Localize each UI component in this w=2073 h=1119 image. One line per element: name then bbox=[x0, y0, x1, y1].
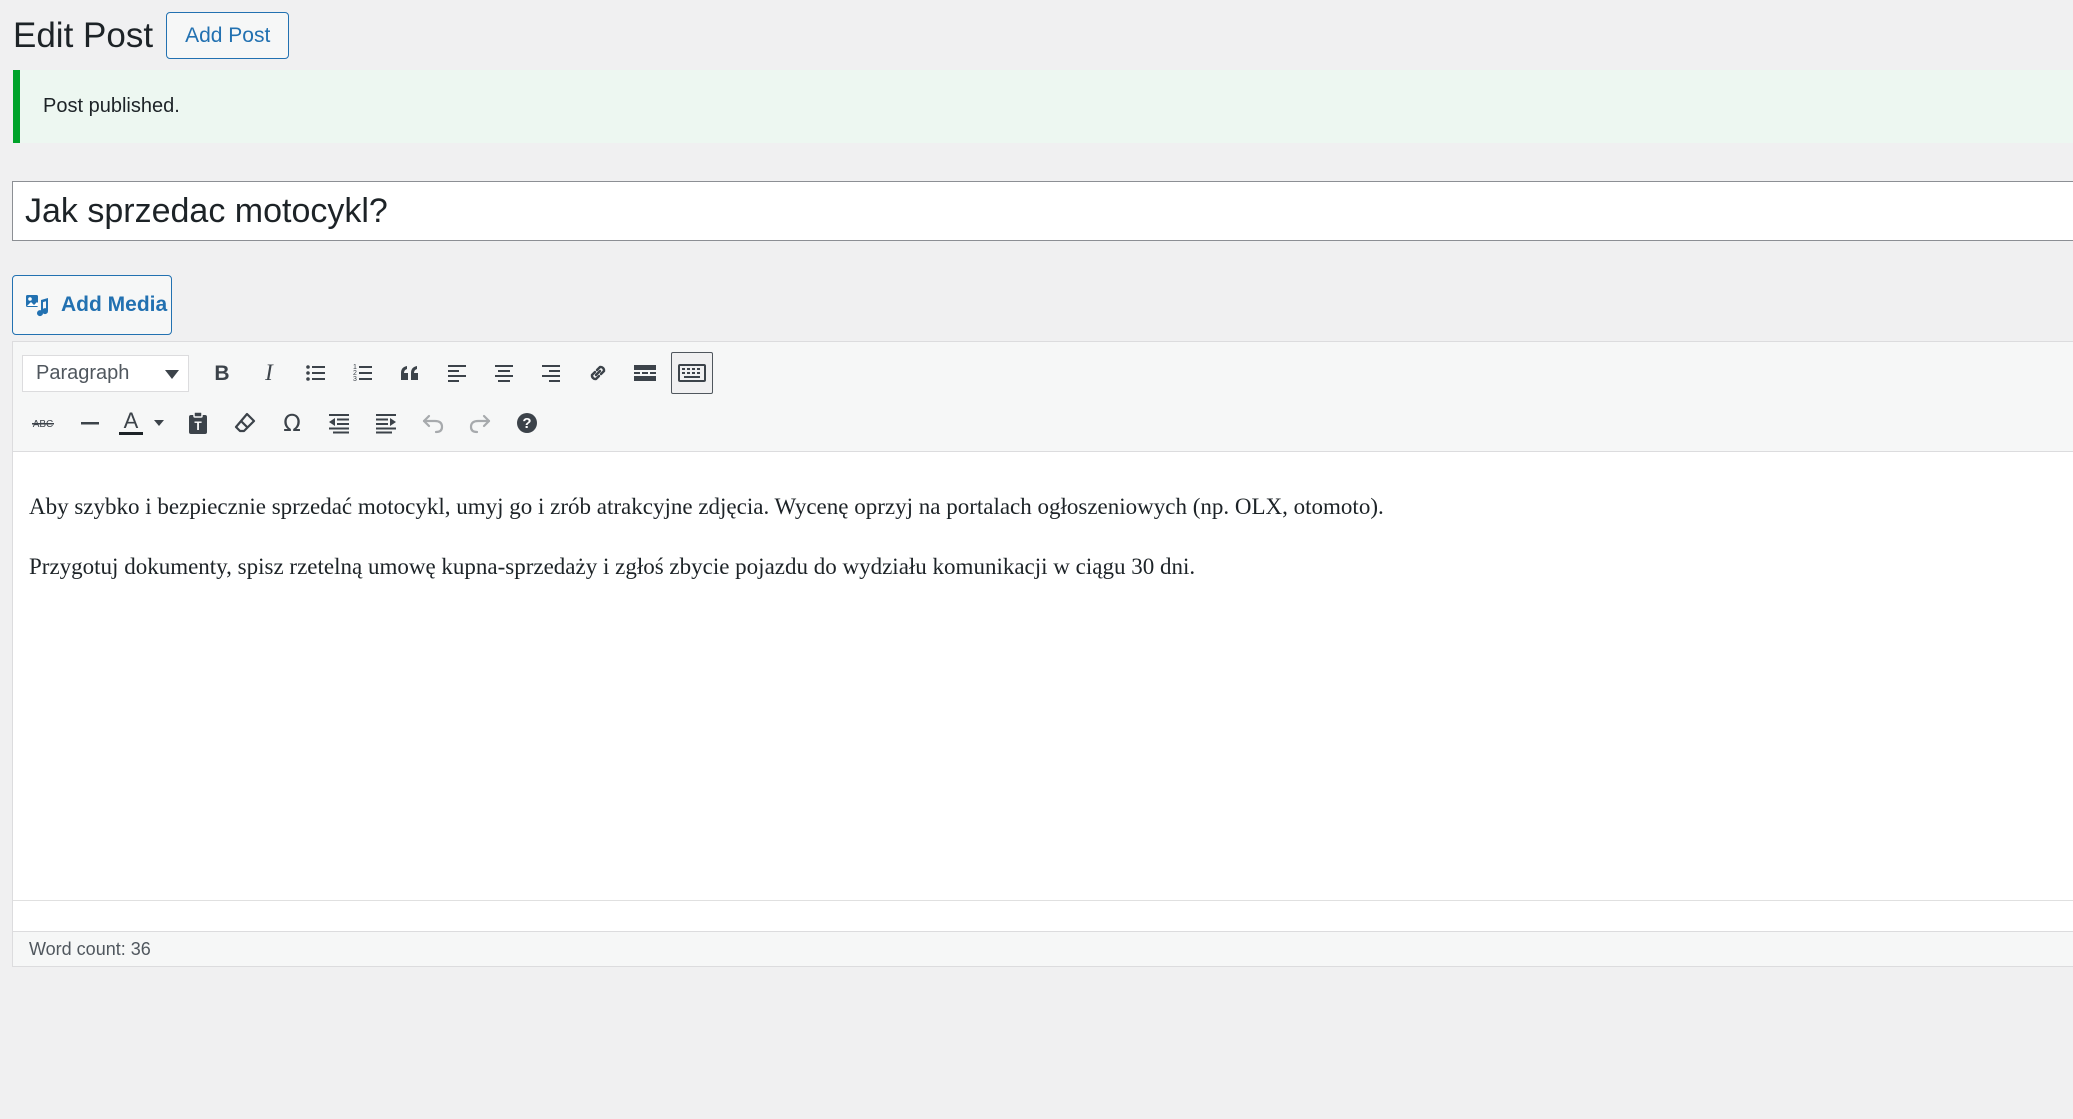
format-select-value: Paragraph bbox=[36, 361, 130, 384]
toolbar-row-2: ABC A T bbox=[22, 402, 553, 444]
toolbar-row-1: Paragraph B I 1 2 3 bbox=[22, 352, 718, 394]
page-header: Edit Post Add Post bbox=[13, 11, 290, 60]
link-button[interactable] bbox=[577, 352, 619, 394]
add-media-button[interactable]: Add Media bbox=[12, 275, 172, 335]
paste-as-text-button[interactable]: T bbox=[177, 402, 219, 444]
align-left-button[interactable] bbox=[436, 352, 478, 394]
word-count: Word count: 36 bbox=[29, 938, 151, 959]
editor-toolbar: Paragraph B I 1 2 3 A T Ω ? bbox=[13, 342, 2073, 452]
svg-text:3: 3 bbox=[353, 376, 357, 383]
editor-path-bar bbox=[13, 900, 2073, 931]
svg-text:T: T bbox=[194, 419, 202, 433]
strikethrough-icon: ABC bbox=[32, 419, 54, 430]
svg-text:B: B bbox=[214, 362, 229, 384]
content-paragraph[interactable]: Aby szybko i bezpiecznie sprzedać motocy… bbox=[29, 494, 1384, 520]
editor-content[interactable]: Aby szybko i bezpiecznie sprzedać motocy… bbox=[13, 452, 2073, 900]
post-published-notice: Post published. bbox=[13, 70, 2073, 143]
clear-formatting-icon bbox=[234, 412, 256, 433]
toolbar-toggle-button[interactable] bbox=[671, 352, 713, 394]
undo-button[interactable] bbox=[412, 402, 454, 444]
special-character-icon: Ω bbox=[283, 411, 301, 435]
strikethrough-button[interactable]: ABC bbox=[22, 402, 64, 444]
editor-status-bar: Word count: 36 bbox=[13, 931, 2073, 966]
svg-text:I: I bbox=[264, 362, 274, 384]
add-post-button[interactable]: Add Post bbox=[166, 12, 290, 59]
horizontal-line-icon bbox=[81, 422, 99, 425]
bold-button[interactable]: B bbox=[201, 352, 243, 394]
bulleted-list-icon bbox=[306, 365, 325, 381]
blockquote-icon bbox=[401, 366, 418, 380]
text-color-button[interactable]: A bbox=[116, 402, 172, 444]
redo-icon bbox=[469, 414, 491, 434]
indent-button[interactable] bbox=[365, 402, 407, 444]
horizontal-line-button[interactable] bbox=[69, 402, 111, 444]
help-glyph: ? bbox=[522, 415, 531, 432]
align-center-icon bbox=[495, 365, 513, 382]
undo-icon bbox=[422, 414, 444, 434]
special-character-glyph: Ω bbox=[283, 411, 301, 435]
post-title-input[interactable] bbox=[12, 181, 2073, 241]
notice-text: Post published. bbox=[43, 95, 180, 117]
format-select[interactable]: Paragraph bbox=[22, 354, 189, 392]
chevron-down-icon bbox=[165, 369, 179, 379]
special-character-button[interactable]: Ω bbox=[271, 402, 313, 444]
content-paragraph[interactable]: Przygotuj dokumenty, spisz rzetelną umow… bbox=[29, 554, 1195, 580]
clear-formatting-button[interactable] bbox=[224, 402, 266, 444]
bold-icon: B bbox=[214, 362, 229, 384]
outdent-button[interactable] bbox=[318, 402, 360, 444]
text-color-glyph: A bbox=[124, 410, 139, 433]
toolbar-toggle-icon bbox=[678, 364, 706, 382]
numbered-list-icon: 1 2 3 bbox=[353, 364, 372, 383]
read-more-icon bbox=[634, 365, 656, 381]
align-right-button[interactable] bbox=[530, 352, 572, 394]
italic-button[interactable]: I bbox=[248, 352, 290, 394]
add-media-label: Add Media bbox=[61, 293, 168, 316]
redo-button[interactable] bbox=[459, 402, 501, 444]
help-button[interactable]: ? bbox=[506, 402, 548, 444]
help-icon: ? bbox=[517, 413, 537, 433]
blockquote-button[interactable] bbox=[389, 352, 431, 394]
numbered-list-button[interactable]: 1 2 3 bbox=[342, 352, 384, 394]
read-more-button[interactable] bbox=[624, 352, 666, 394]
align-center-button[interactable] bbox=[483, 352, 525, 394]
add-media-icon bbox=[25, 292, 51, 318]
bulleted-list-button[interactable] bbox=[295, 352, 337, 394]
paste-as-text-icon: T bbox=[189, 411, 207, 434]
page-title: Edit Post bbox=[13, 16, 154, 55]
classic-editor: Paragraph B I 1 2 3 A T Ω ? Aby szybko i… bbox=[12, 341, 2073, 967]
outdent-icon bbox=[329, 414, 349, 434]
link-icon bbox=[590, 365, 606, 381]
italic-icon: I bbox=[264, 362, 274, 384]
text-color-icon: A bbox=[119, 410, 164, 435]
indent-icon bbox=[376, 414, 396, 434]
align-left-icon bbox=[448, 365, 466, 382]
align-right-icon bbox=[542, 365, 560, 382]
